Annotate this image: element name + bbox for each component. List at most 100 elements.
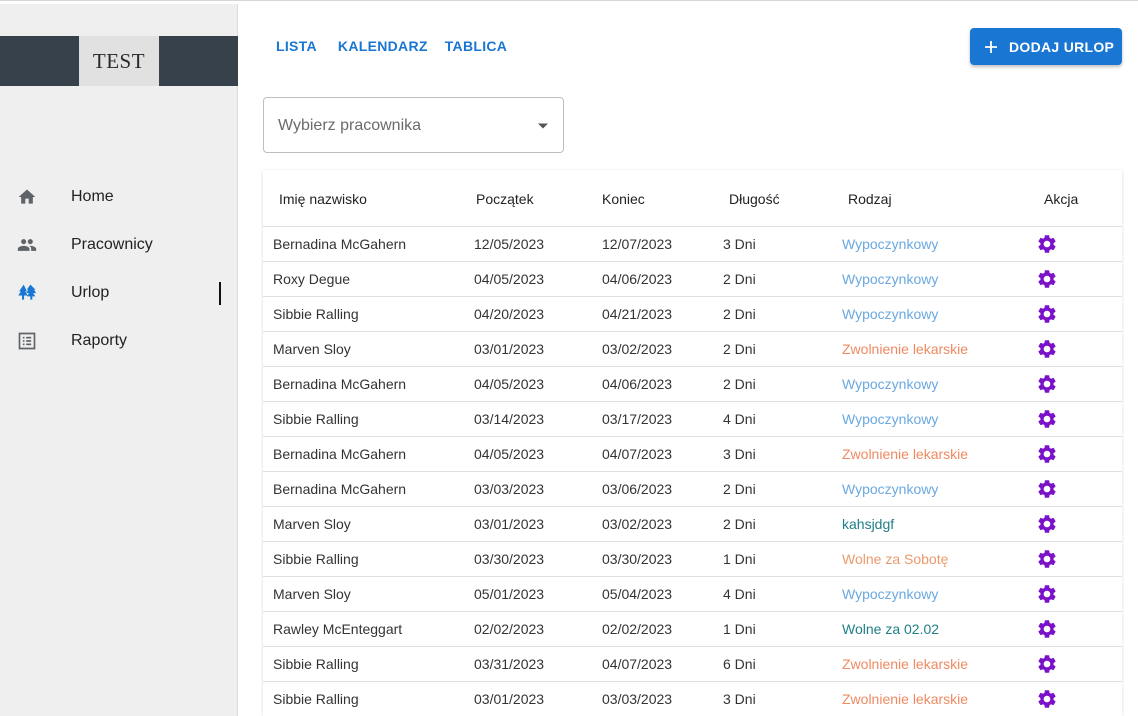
sidebar-item-urlop[interactable]: Urlop: [0, 269, 238, 317]
cell-name: Marven Sloy: [263, 576, 462, 612]
cell-start: 03/14/2023: [462, 401, 586, 437]
gear-icon[interactable]: [1036, 688, 1058, 710]
cell-type: kahsjdgf: [832, 506, 1027, 542]
add-leave-button[interactable]: DODAJ URLOP: [970, 28, 1122, 65]
table-row[interactable]: Bernadina McGahern 04/05/2023 04/06/2023 2 …: [263, 366, 1122, 402]
table-row[interactable]: Marven Sloy 05/01/2023 05/04/2023 4 Dni Wypo…: [263, 576, 1122, 612]
cell-action: [1027, 331, 1122, 367]
cell-type: Wypoczynkowy: [832, 296, 1027, 332]
cell-length: 4 Dni: [714, 576, 832, 612]
cell-name: Bernadina McGahern: [263, 436, 462, 472]
sidebar-item-home[interactable]: Home: [0, 173, 238, 221]
logo-text: TEST: [92, 48, 146, 73]
cell-length: 2 Dni: [714, 296, 832, 332]
sidebar-item-label: Home: [71, 188, 114, 205]
table-row[interactable]: Bernadina McGahern 03/03/2023 03/06/2023 2 …: [263, 471, 1122, 507]
cell-action: [1027, 646, 1122, 682]
table-row[interactable]: Bernadina McGahern 12/05/2023 12/07/2023 3 …: [263, 226, 1122, 262]
cell-name: Bernadina McGahern: [263, 471, 462, 507]
column-header-end: Koniec: [586, 170, 714, 227]
employee-select-placeholder: Wybierz pracownika: [278, 117, 422, 134]
sidebar-item-label: Raporty: [71, 332, 128, 349]
table-row[interactable]: Rawley McEnteggart 02/02/2023 02/02/2023 1 …: [263, 611, 1122, 647]
gear-icon[interactable]: [1036, 513, 1058, 535]
leave-table: Imię nazwisko Początek Koniec Długość Ro…: [263, 170, 1122, 716]
cell-length: 6 Dni: [714, 646, 832, 682]
cell-name: Sibbie Ralling: [263, 646, 462, 682]
table-row[interactable]: Roxy Degue 04/05/2023 04/06/2023 2 Dni Wypoc…: [263, 261, 1122, 297]
cell-start: 03/03/2023: [462, 471, 586, 507]
gear-icon[interactable]: [1036, 233, 1058, 255]
column-header-type: Rodzaj: [832, 170, 1027, 227]
cell-length: 2 Dni: [714, 261, 832, 297]
cell-type: Wypoczynkowy: [832, 576, 1027, 612]
gear-icon[interactable]: [1036, 653, 1058, 675]
gear-icon[interactable]: [1036, 618, 1058, 640]
cell-start: 03/30/2023: [462, 541, 586, 577]
gear-icon[interactable]: [1036, 303, 1058, 325]
sidebar-item-label: Pracownicy: [71, 236, 153, 253]
gear-icon[interactable]: [1036, 373, 1058, 395]
cell-action: [1027, 541, 1122, 577]
cell-start: 04/05/2023: [462, 436, 586, 472]
cell-name: Bernadina McGahern: [263, 226, 462, 262]
gear-icon[interactable]: [1036, 408, 1058, 430]
cell-end: 03/30/2023: [586, 541, 714, 577]
gear-icon[interactable]: [1036, 268, 1058, 290]
cell-end: 04/06/2023: [586, 366, 714, 402]
cell-name: Sibbie Ralling: [263, 401, 462, 437]
cell-length: 1 Dni: [714, 541, 832, 577]
column-header-start: Początek: [462, 170, 586, 227]
cell-length: 1 Dni: [714, 611, 832, 647]
table-row[interactable]: Marven Sloy 03/01/2023 03/02/2023 2 Dni kahs…: [263, 506, 1122, 542]
people-icon: [17, 235, 37, 255]
cell-start: 02/02/2023: [462, 611, 586, 647]
cell-type: Wypoczynkowy: [832, 261, 1027, 297]
plus-icon: [984, 40, 998, 54]
gear-icon[interactable]: [1036, 548, 1058, 570]
cell-type: Zwolnienie lekarskie: [832, 646, 1027, 682]
table-row[interactable]: Sibbie Ralling 03/31/2023 04/07/2023 6 Dni Z…: [263, 646, 1122, 682]
cell-type: Zwolnienie lekarskie: [832, 436, 1027, 472]
cell-type: Wypoczynkowy: [832, 226, 1027, 262]
cell-start: 05/01/2023: [462, 576, 586, 612]
cell-type: Wolne za Sobotę: [832, 541, 1027, 577]
gear-icon[interactable]: [1036, 338, 1058, 360]
table-header-row: Imię nazwisko Początek Koniec Długość Ro…: [263, 170, 1122, 227]
cell-type: Wolne za 02.02: [832, 611, 1027, 647]
cell-start: 03/31/2023: [462, 646, 586, 682]
cell-action: [1027, 471, 1122, 507]
cell-name: Rawley McEnteggart: [263, 611, 462, 647]
cell-end: 05/04/2023: [586, 576, 714, 612]
table-row[interactable]: Sibbie Ralling 03/30/2023 03/30/2023 1 Dni W…: [263, 541, 1122, 577]
cell-end: 03/06/2023: [586, 471, 714, 507]
cell-type: Zwolnienie lekarskie: [832, 681, 1027, 716]
cell-action: [1027, 401, 1122, 437]
cell-start: 03/01/2023: [462, 331, 586, 367]
tab-tablica[interactable]: TABLICA: [445, 38, 508, 54]
table-row[interactable]: Sibbie Ralling 03/14/2023 03/17/2023 4 Dni W…: [263, 401, 1122, 437]
sidebar-item-pracownicy[interactable]: Pracownicy: [0, 221, 238, 269]
tab-lista[interactable]: LISTA: [276, 38, 317, 54]
tab-kalendarz[interactable]: KALENDARZ: [338, 38, 428, 54]
cell-action: [1027, 296, 1122, 332]
table-row[interactable]: Bernadina McGahern 04/05/2023 04/07/2023 3 …: [263, 436, 1122, 472]
gear-icon[interactable]: [1036, 478, 1058, 500]
table-row[interactable]: Marven Sloy 03/01/2023 03/02/2023 2 Dni Zwol…: [263, 331, 1122, 367]
cell-action: [1027, 506, 1122, 542]
cell-end: 04/07/2023: [586, 646, 714, 682]
app-logo[interactable]: TEST: [79, 36, 159, 86]
cell-end: 03/02/2023: [586, 506, 714, 542]
employee-select[interactable]: Wybierz pracownika: [263, 97, 564, 153]
table-row[interactable]: Sibbie Ralling 04/20/2023 04/21/2023 2 Dni W…: [263, 296, 1122, 332]
cell-action: [1027, 261, 1122, 297]
cell-start: 03/01/2023: [462, 506, 586, 542]
sidebar-item-raporty[interactable]: Raporty: [0, 317, 238, 365]
cell-type: Wypoczynkowy: [832, 401, 1027, 437]
cell-action: [1027, 681, 1122, 716]
gear-icon[interactable]: [1036, 443, 1058, 465]
table-row[interactable]: Sibbie Ralling 03/01/2023 03/03/2023 3 Dni Z…: [263, 681, 1122, 716]
cell-start: 04/05/2023: [462, 261, 586, 297]
gear-icon[interactable]: [1036, 583, 1058, 605]
cell-action: [1027, 576, 1122, 612]
